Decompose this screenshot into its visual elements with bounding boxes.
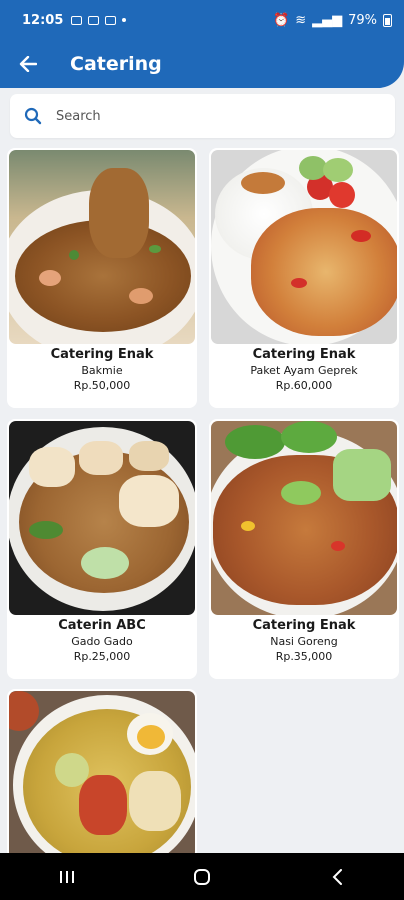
calendar-icon (88, 15, 100, 25)
page-title: Catering (70, 53, 162, 75)
food-image-nasi-goreng (211, 421, 397, 615)
gallery-icon (71, 15, 83, 25)
menu-price: Rp.60,000 (275, 379, 333, 392)
vendor-name: Catering Enak (252, 618, 356, 633)
wifi-icon: ≋ (295, 12, 307, 28)
menu-price: Rp.50,000 (73, 379, 131, 392)
status-bar: 12:05 ⏰ ≋ ▂▄▆ 79% (0, 0, 404, 40)
catering-card-bakmie[interactable]: Catering Enak Bakmie Rp.50,000 (7, 148, 197, 408)
vendor-name: Catering Enak (50, 347, 154, 362)
battery-icon (383, 13, 392, 27)
battery-percent: 79% (348, 12, 377, 28)
menu-price: Rp.35,000 (275, 650, 333, 663)
food-image-bakmie (9, 150, 195, 344)
food-image-gado-gado (9, 421, 195, 615)
search-bar[interactable] (10, 94, 395, 138)
search-input[interactable] (56, 108, 356, 124)
catering-card-nasi-goreng[interactable]: Catering Enak Nasi Goreng Rp.35,000 (209, 419, 399, 679)
recents-icon (60, 870, 75, 883)
back-button[interactable] (0, 40, 56, 88)
search-icon (24, 107, 42, 125)
home-button[interactable] (172, 857, 232, 897)
notification-icons (71, 15, 127, 25)
menu-name: Nasi Goreng (270, 635, 338, 648)
catering-card-gado-gado[interactable]: Caterin ABC Gado Gado Rp.25,000 (7, 419, 197, 679)
menu-name: Bakmie (81, 364, 123, 377)
screen-icon (105, 15, 117, 25)
alarm-icon: ⏰ (273, 12, 290, 28)
home-icon (193, 868, 210, 885)
system-nav-bar (0, 853, 404, 900)
app-bar: Catering (0, 40, 404, 88)
catering-card-paket-ayam-geprek[interactable]: Catering Enak Paket Ayam Geprek Rp.60,00… (209, 148, 399, 408)
menu-price: Rp.25,000 (73, 650, 131, 663)
nav-back-button[interactable] (307, 857, 367, 897)
catering-card-soto[interactable] (7, 689, 197, 859)
vendor-name: Catering Enak (252, 347, 356, 362)
status-time: 12:05 (22, 12, 64, 28)
more-dot-icon (122, 18, 127, 22)
signal-icon: ▂▄▆ (312, 12, 343, 28)
menu-name: Gado Gado (71, 635, 133, 648)
food-image-ayam-geprek (211, 150, 397, 344)
food-image-soto (9, 691, 195, 859)
recents-button[interactable] (37, 857, 97, 897)
arrow-left-icon (19, 56, 37, 72)
vendor-name: Caterin ABC (58, 618, 146, 633)
menu-name: Paket Ayam Geprek (250, 364, 358, 377)
back-icon (332, 868, 342, 885)
